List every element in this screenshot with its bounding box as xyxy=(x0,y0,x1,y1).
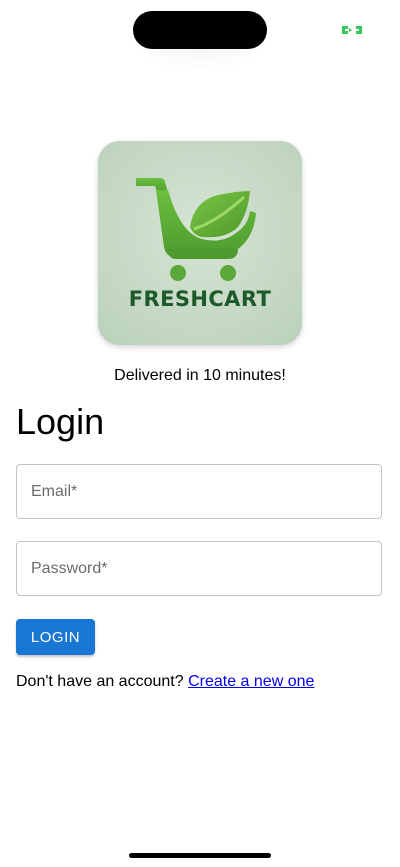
signup-prompt-text: Don't have an account? xyxy=(16,673,184,690)
create-account-link[interactable]: Create a new one xyxy=(188,673,314,690)
email-field[interactable] xyxy=(17,465,381,518)
cart-leaf-icon xyxy=(98,141,302,345)
password-field[interactable] xyxy=(17,542,381,595)
password-field-container xyxy=(16,541,382,596)
brand-wordmark: FRESHCART xyxy=(98,287,302,311)
screen-sharing-indicator-icon xyxy=(342,26,362,34)
brand-name-fresh: FRESH xyxy=(128,287,209,311)
login-button[interactable]: LOGIN xyxy=(16,619,95,655)
home-indicator[interactable] xyxy=(129,853,271,858)
tagline: Delivered in 10 minutes! xyxy=(114,367,286,384)
signup-prompt-line: Don't have an account? Create a new one xyxy=(16,673,314,691)
freshcart-logo: FRESHCART xyxy=(98,141,302,345)
email-field-container xyxy=(16,464,382,519)
brand-name-cart: CART xyxy=(208,287,272,311)
page-title: Login xyxy=(16,401,105,442)
dynamic-island xyxy=(133,11,267,49)
